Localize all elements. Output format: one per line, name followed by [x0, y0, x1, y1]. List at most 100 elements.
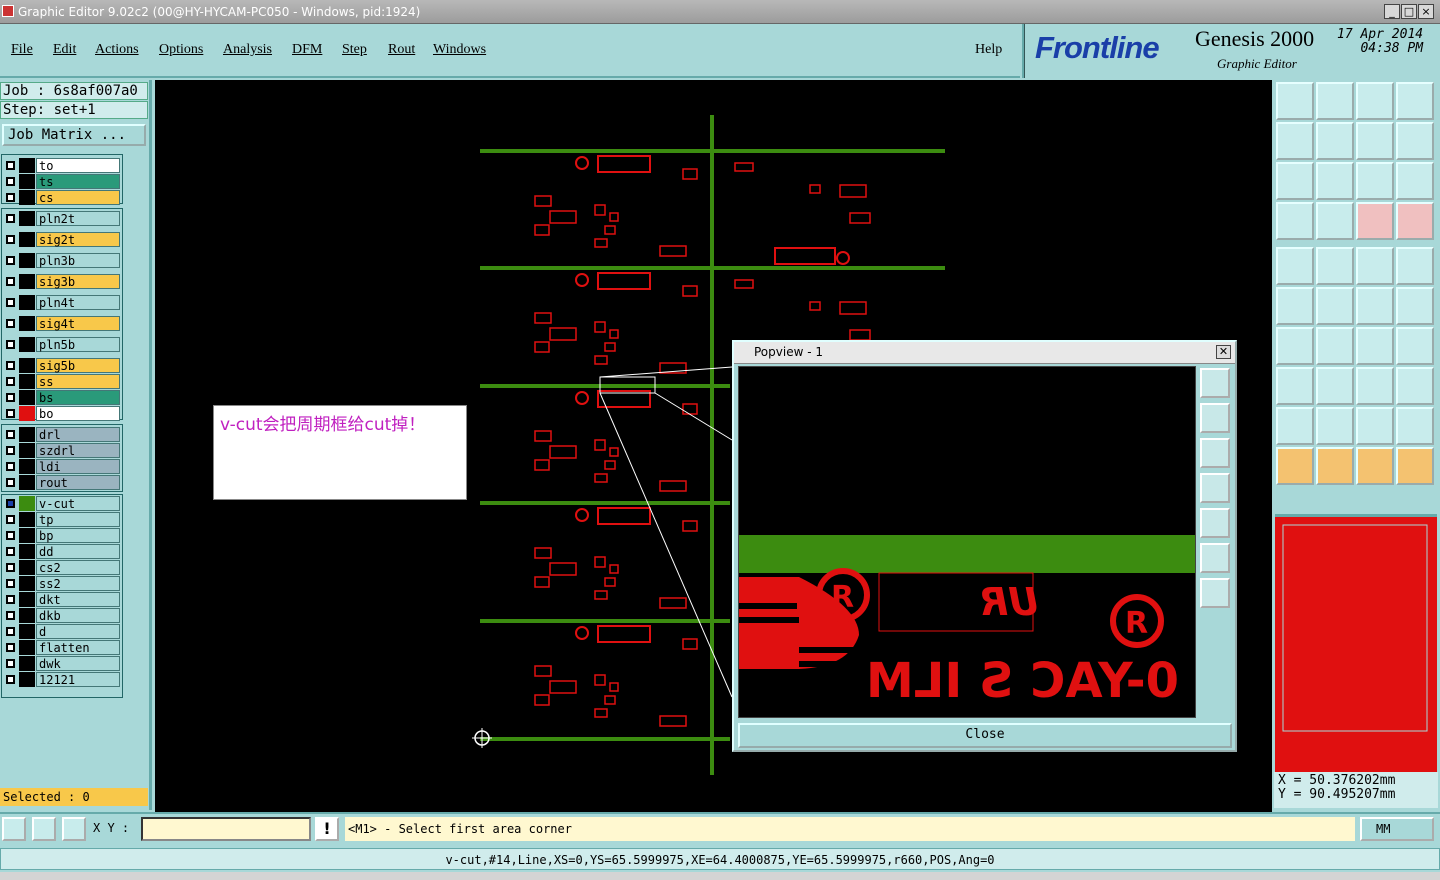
layer-checkbox[interactable]	[6, 446, 15, 455]
popview-left-icon[interactable]	[1200, 473, 1230, 503]
layer-row-bo[interactable]: bo	[2, 406, 120, 421]
pointer-icon[interactable]	[1276, 447, 1314, 485]
popview-right-icon[interactable]	[1200, 508, 1230, 538]
move-down-icon[interactable]	[1316, 82, 1354, 120]
layer-row-cs2[interactable]: cs2	[2, 560, 120, 575]
pad-icon[interactable]	[1276, 247, 1314, 285]
menu-rout[interactable]: Rout	[388, 42, 415, 58]
triangle-2-icon[interactable]	[1316, 407, 1354, 445]
layer-checkbox[interactable]	[6, 177, 15, 186]
layer-checkbox[interactable]	[6, 409, 15, 418]
job-matrix-button[interactable]: Job Matrix ...	[2, 124, 146, 146]
grid-icon[interactable]	[62, 817, 86, 841]
snap-red-icon[interactable]	[1356, 202, 1394, 240]
layer-checkbox[interactable]	[6, 256, 15, 265]
layer-row-pln5b[interactable]: pln5b	[2, 337, 120, 352]
layer-checkbox[interactable]	[6, 340, 15, 349]
menu-help[interactable]: Help	[975, 42, 1002, 58]
layer-row-ss2[interactable]: ss2	[2, 576, 120, 591]
angle-icon[interactable]	[1276, 327, 1314, 365]
frame-icon[interactable]	[1396, 327, 1434, 365]
window-fit-icon[interactable]	[1396, 82, 1434, 120]
layer-checkbox[interactable]	[6, 377, 15, 386]
layer-row-to[interactable]: to	[2, 158, 120, 173]
rotate-icon[interactable]	[1396, 122, 1434, 160]
layer-row-sig4t[interactable]: sig4t	[2, 316, 120, 331]
layer-row-ldi[interactable]: ldi	[2, 459, 120, 474]
layer-checkbox[interactable]	[6, 675, 15, 684]
snap-icon[interactable]	[2, 817, 26, 841]
layer-checkbox[interactable]	[6, 531, 15, 540]
layer-row-dwk[interactable]: dwk	[2, 656, 120, 671]
minimap[interactable]	[1275, 514, 1437, 773]
menu-file[interactable]: File	[11, 42, 33, 58]
layer-row-flatten[interactable]: flatten	[2, 640, 120, 655]
minus-icon[interactable]	[1316, 367, 1354, 405]
select-net-icon[interactable]	[1276, 287, 1314, 325]
layer-row-cs[interactable]: cs	[2, 190, 120, 205]
popview-close-icon[interactable]: ✕	[1216, 345, 1231, 359]
popview-down-icon[interactable]	[1200, 438, 1230, 468]
layer-row-pln3b[interactable]: pln3b	[2, 253, 120, 268]
settings-icon[interactable]	[1276, 202, 1314, 240]
measure-line-icon[interactable]	[1316, 247, 1354, 285]
layer-row-drl[interactable]: drl	[2, 427, 120, 442]
layer-checkbox[interactable]	[6, 393, 15, 402]
xy-input[interactable]	[141, 817, 311, 841]
layer-row-szdrl[interactable]: szdrl	[2, 443, 120, 458]
menu-dfm[interactable]: DFM	[292, 42, 322, 58]
circle-icon[interactable]	[1396, 247, 1434, 285]
mirror-icon[interactable]	[1356, 122, 1394, 160]
move-up-icon[interactable]	[1276, 82, 1314, 120]
layer-row-dd[interactable]: dd	[2, 544, 120, 559]
triangle-1-icon[interactable]	[1276, 407, 1314, 445]
layer-checkbox[interactable]	[6, 277, 15, 286]
layer-row-ts[interactable]: ts	[2, 174, 120, 189]
pointer-circle-icon[interactable]	[1356, 447, 1394, 485]
menu-edit[interactable]: Edit	[53, 42, 76, 58]
menu-options[interactable]: Options	[159, 42, 203, 58]
popview-screen[interactable]: R R UR 0-YAC S ILM	[738, 366, 1196, 718]
slash-icon[interactable]	[1316, 327, 1354, 365]
popview-zoom-icon[interactable]	[1200, 368, 1230, 398]
layer-checkbox[interactable]	[6, 643, 15, 652]
arrow-line-icon[interactable]	[1396, 287, 1434, 325]
layer-checkbox[interactable]	[6, 499, 15, 508]
layer-row-12121[interactable]: 12121	[2, 672, 120, 687]
menu-windows[interactable]: Windows	[433, 42, 486, 58]
grid-icon[interactable]	[1316, 202, 1354, 240]
layer-row-v-cut[interactable]: v-cut	[2, 496, 120, 511]
layer-row-bp[interactable]: bp	[2, 528, 120, 543]
layer-checkbox[interactable]	[6, 161, 15, 170]
layer-checkbox[interactable]	[6, 515, 15, 524]
layer-row-pln2t[interactable]: pln2t	[2, 211, 120, 226]
scale-1-2-icon[interactable]	[1356, 162, 1394, 200]
pointer-box-icon[interactable]	[1316, 447, 1354, 485]
help-icon[interactable]	[1396, 162, 1434, 200]
home-icon[interactable]	[1356, 82, 1394, 120]
layer-checkbox[interactable]	[6, 547, 15, 556]
arc-icon[interactable]	[1356, 327, 1394, 365]
layer-checkbox[interactable]	[6, 214, 15, 223]
layer-row-sig3b[interactable]: sig3b	[2, 274, 120, 289]
measure-box-icon[interactable]	[1356, 367, 1394, 405]
maximize-button[interactable]: □	[1401, 4, 1417, 19]
snap-red-2-icon[interactable]	[1396, 202, 1434, 240]
menu-step[interactable]: Step	[342, 42, 367, 58]
layer-row-bs[interactable]: bs	[2, 390, 120, 405]
shift-right-icon[interactable]	[1316, 122, 1354, 160]
menu-actions[interactable]: Actions	[95, 42, 139, 58]
layer-checkbox[interactable]	[6, 430, 15, 439]
popview-fit-icon[interactable]	[1200, 543, 1230, 573]
layer-row-ss[interactable]: ss	[2, 374, 120, 389]
triangle-3-icon[interactable]	[1356, 407, 1394, 445]
layer-checkbox[interactable]	[6, 193, 15, 202]
units-select[interactable]: MM	[1360, 817, 1434, 841]
layer-row-tp[interactable]: tp	[2, 512, 120, 527]
layer-checkbox[interactable]	[6, 611, 15, 620]
layer-checkbox[interactable]	[6, 361, 15, 370]
shift-left-icon[interactable]	[1276, 122, 1314, 160]
layer-checkbox[interactable]	[6, 579, 15, 588]
layer-checkbox[interactable]	[6, 319, 15, 328]
layer-checkbox[interactable]	[6, 659, 15, 668]
